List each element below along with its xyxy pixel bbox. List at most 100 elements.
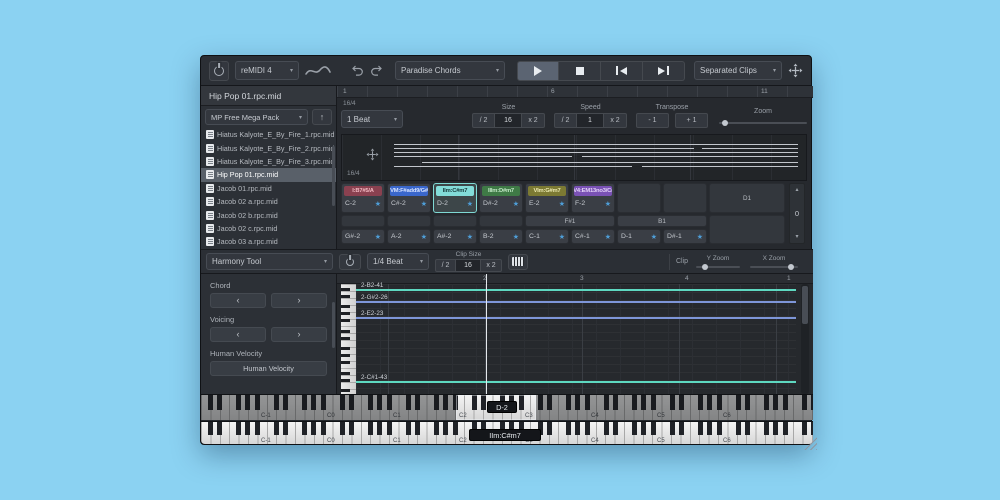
speed-double-button[interactable]: x 2 [604,113,627,128]
redo-button[interactable] [370,65,383,76]
chord-pad[interactable]: VIm:G#m7 E-2 [525,183,569,213]
playhead[interactable] [486,274,487,394]
clip-size-double-button[interactable]: x 2 [481,259,502,272]
star-icon[interactable] [605,200,611,208]
skip-forward-button[interactable] [643,61,685,81]
file-row[interactable]: Hiatus Kalyote_E_By_Fire_2.rpc.mid [201,141,336,154]
keyboard-overview[interactable]: C-1 C0 C1 C2 C3 C4 C5 C6 D-2 [201,395,813,420]
empty-pad[interactable] [479,215,523,227]
note-pad[interactable]: C#-1 [571,229,615,244]
note-pad[interactable]: D-1 [617,229,661,244]
preset-select[interactable]: Paradise Chords [395,61,505,80]
note-lane[interactable] [356,317,796,319]
zoom-slider[interactable] [719,122,807,124]
y-zoom-slider[interactable] [696,266,740,268]
chord-pad[interactable]: IV4:EM13no3/C# F-2 [571,183,615,213]
human-velocity-button[interactable]: Human Velocity [210,361,327,376]
file-row[interactable]: Hiatus Kalyote_E_By_Fire_3.rpc.mid [201,155,336,168]
star-icon[interactable] [375,233,381,241]
note-pad[interactable]: D#-1 [663,229,707,244]
harmony-tool-select[interactable]: Harmony Tool [206,253,333,270]
voicing-prev-button[interactable]: ‹ [210,327,266,342]
file-row[interactable]: Jacob 02 b.rpc.mid [201,208,336,221]
play-button[interactable] [517,61,559,81]
x-zoom-thumb[interactable] [788,264,794,270]
star-icon[interactable] [605,233,611,241]
clip-size-halve-button[interactable]: / 2 [435,259,456,272]
chord-pad[interactable]: I:B7#5/A C-2 [341,183,385,213]
note-pad[interactable]: A#-2 [433,229,477,244]
skip-back-button[interactable] [601,61,643,81]
wide-pad-empty[interactable] [709,215,785,244]
star-icon[interactable] [513,233,519,241]
quarter-beat-select[interactable]: 1/4 Beat [367,253,429,270]
empty-pad[interactable] [433,215,477,227]
wide-pad[interactable]: D1 [709,183,785,213]
chord-prev-button[interactable]: ‹ [210,293,266,308]
empty-pad[interactable] [663,183,707,213]
chord-pad[interactable]: VM:F#add9/G# C#-2 [387,183,431,213]
octave-down-button[interactable]: ▾ [795,233,798,241]
note-lane[interactable] [356,289,796,291]
star-icon[interactable] [651,233,657,241]
file-row[interactable]: Jacob 02 a.rpc.mid [201,195,336,208]
clip-pad[interactable]: B1 [617,215,707,227]
keyboard-view-button[interactable] [508,254,528,270]
clip-move-handle[interactable] [366,148,379,161]
clip-drag-label[interactable]: Clip [676,258,688,265]
note-lane[interactable] [356,301,796,303]
power-button[interactable] [209,61,229,81]
note-pad[interactable]: C-1 [525,229,569,244]
star-icon[interactable] [559,200,565,208]
chord-pad-selected[interactable]: IIm:C#m7 D-2 [433,183,477,213]
chord-pad[interactable]: IIIm:D#m7 D#-2 [479,183,523,213]
file-row-selected[interactable]: Hip Pop 01.rpc.mid [201,168,336,181]
browser-scrollbar[interactable] [332,146,335,206]
roll-scrollbar-thumb[interactable] [802,286,808,324]
roll-bar-ruler[interactable]: 2 3 4 1 [337,274,813,284]
star-icon[interactable] [421,200,427,208]
clips-mode-select[interactable]: Separated Clips [694,61,782,80]
chord-next-button[interactable]: › [271,293,327,308]
panel-scrollbar[interactable] [332,302,335,348]
device-select[interactable]: reMIDI 4 [235,61,299,80]
zoom-slider-thumb[interactable] [722,120,728,126]
star-icon[interactable] [559,233,565,241]
note-pad[interactable]: B-2 [479,229,523,244]
empty-pad[interactable] [387,215,431,227]
empty-pad[interactable] [341,215,385,227]
size-double-button[interactable]: x 2 [522,113,545,128]
window-move-handle[interactable] [788,63,803,78]
keyboard-main[interactable]: C-1 C0 C1 C2 C3 C4 C5 C6 IIm:C#m7 [201,421,813,444]
file-row[interactable]: Jacob 03 a.rpc.mid [201,235,336,248]
star-icon[interactable] [697,233,703,241]
transpose-down-button[interactable]: - 1 [636,113,669,128]
speed-halve-button[interactable]: / 2 [554,113,577,128]
stop-button[interactable] [559,61,601,81]
clip-ruler[interactable]: 1 6 11 [337,86,813,98]
x-zoom-slider[interactable] [750,266,798,268]
star-icon[interactable] [467,200,473,208]
pack-select[interactable]: MP Free Mega Pack [205,109,308,125]
star-icon[interactable] [375,200,381,208]
file-row[interactable]: Jacob 02 c.rpc.mid [201,222,336,235]
beat-length-select[interactable]: 1 Beat [341,110,403,128]
clip-pad[interactable]: F#1 [525,215,615,227]
tool-power-button[interactable] [339,254,361,270]
file-row[interactable]: Hiatus Kalyote_E_By_Fire_1.rpc.mid [201,128,336,141]
size-halve-button[interactable]: / 2 [472,113,495,128]
note-pad[interactable]: A-2 [387,229,431,244]
parent-folder-button[interactable]: ↑ [312,109,332,125]
octave-up-button[interactable]: ▴ [795,186,798,194]
file-row[interactable]: Jacob 01.rpc.mid [201,182,336,195]
star-icon[interactable] [513,200,519,208]
roll-scrollbar[interactable] [801,284,809,394]
y-zoom-thumb[interactable] [702,264,708,270]
voicing-next-button[interactable]: › [271,327,327,342]
transpose-up-button[interactable]: + 1 [675,113,708,128]
undo-button[interactable] [351,65,364,76]
empty-pad[interactable] [617,183,661,213]
clip-preview[interactable]: 16/4 [341,134,807,181]
note-pad[interactable]: G#-2 [341,229,385,244]
star-icon[interactable] [467,233,473,241]
